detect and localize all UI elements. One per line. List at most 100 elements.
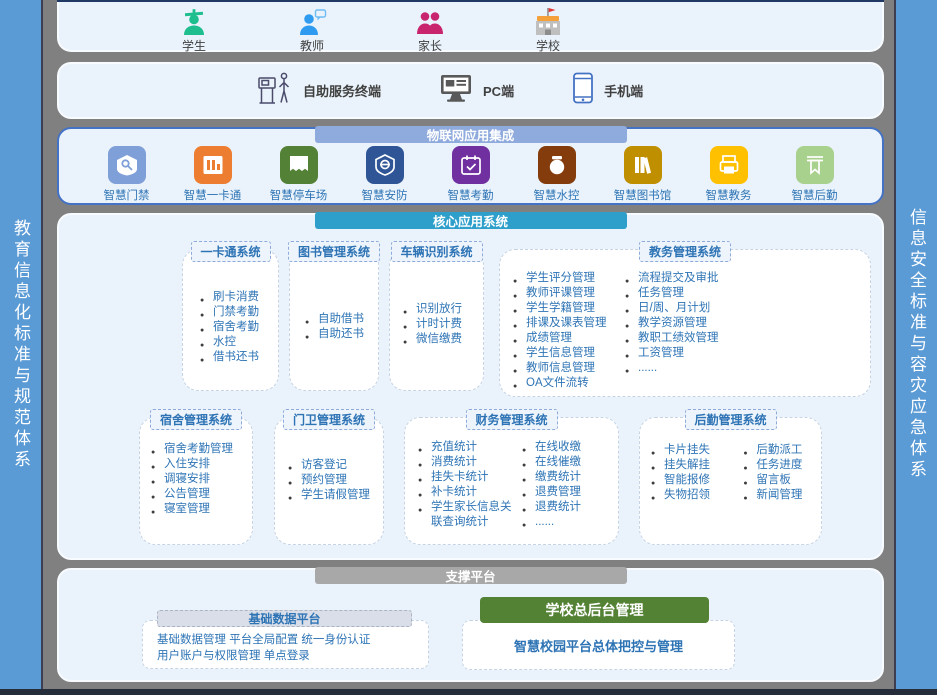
parents-icon — [416, 7, 444, 36]
system-box-title: 宿舍管理系统 — [150, 409, 242, 430]
list-item: 计时计费 — [402, 317, 483, 332]
library-icon — [624, 146, 662, 184]
system-box-title: 后勤管理系统 — [684, 409, 776, 430]
user-role-label: 教师 — [300, 37, 324, 54]
iot-item-label: 智慧后勤 — [792, 187, 838, 203]
list-item: 工资管理 — [624, 346, 744, 361]
iot-item-label: 智慧水控 — [534, 187, 580, 203]
user-role-teacher: 教师 — [277, 7, 347, 54]
list-item: 任务进度 — [742, 458, 821, 473]
list-item: 补卡统计 — [417, 485, 515, 500]
iot-item-label: 智慧停车场 — [270, 187, 328, 203]
list-item: 入住安排 — [150, 457, 252, 472]
list-item: 日/周、月计划 — [624, 301, 744, 316]
user-role-label: 家长 — [418, 37, 442, 54]
list-item: 自助还书 — [304, 327, 378, 342]
right-standards-label: 信息安全标准与容灾应急体系 — [904, 208, 929, 481]
iot-item-academic: 智慧教务 — [703, 146, 755, 203]
list-item: 水控 — [199, 335, 278, 350]
list-item: 退费管理 — [521, 485, 613, 500]
iot-item-label: 智慧安防 — [362, 187, 408, 203]
iot-header-bar: 物联网应用集成 — [315, 126, 627, 143]
list-item: 宿舍考勤管理 — [150, 442, 252, 457]
list-item: 智能报修 — [650, 473, 736, 488]
list-item: 公告管理 — [150, 487, 252, 502]
list-item: 识别放行 — [402, 302, 483, 317]
list-item: 卡片挂失 — [650, 443, 736, 458]
terminal-label: 自助服务终端 — [303, 81, 381, 100]
list-item: 教师信息管理 — [512, 361, 616, 376]
support-platform-panel: 支撑平台 基础数据平台 基础数据管理 平台全局配置 统一身份认证 用户账户与权限… — [57, 568, 884, 682]
iot-integration-panel: 物联网应用集成 智慧门禁 — [57, 127, 884, 205]
list-item: ...... — [521, 515, 613, 530]
system-box-title: 一卡通系统 — [190, 241, 270, 262]
core-applications-panel: 核心应用系统 一卡通系统 刷卡消费 门禁考勤 宿舍考勤 水控 借书还书 图书管理… — [57, 213, 884, 560]
list-item: 充值统计 — [417, 440, 515, 455]
list-item: 访客登记 — [287, 458, 383, 473]
iot-item-label: 智慧一卡通 — [184, 187, 242, 203]
system-box-title: 图书管理系统 — [288, 241, 380, 262]
base-platform-line2: 用户账户与权限管理 单点登录 — [157, 648, 428, 664]
list-item: 流程提交及审批 — [624, 271, 744, 286]
list-item: 任务管理 — [624, 286, 744, 301]
iot-item-logistics: 智慧后勤 — [789, 146, 841, 203]
terminal-kiosk: 自助服务终端 — [257, 71, 381, 110]
list-item: 在线收缴 — [521, 440, 613, 455]
base-data-platform-box: 基础数据管理 平台全局配置 统一身份认证 用户账户与权限管理 单点登录 — [142, 620, 429, 669]
terminal-label: PC端 — [483, 81, 514, 100]
iot-item-access-control: 智慧门禁 — [101, 146, 153, 203]
phone-icon — [572, 72, 594, 109]
smart-campus-architecture-diagram: 教育信息化标准与规范体系 信息安全标准与容灾应急体系 学生 — [0, 0, 937, 695]
security-icon — [366, 146, 404, 184]
water-icon — [538, 146, 576, 184]
list-item: 消费统计 — [417, 455, 515, 470]
iot-item-label: 智慧图书馆 — [614, 187, 672, 203]
system-box-dormitory: 宿舍管理系统 宿舍考勤管理 入住安排 调寝安排 公告管理 寝室管理 — [139, 417, 253, 545]
system-box-library: 图书管理系统 自助借书 自助还书 — [289, 249, 379, 391]
list-item: 学生学籍管理 — [512, 301, 616, 316]
terminal-mobile: 手机端 — [572, 72, 643, 109]
user-roles-panel: 学生 教师 — [57, 2, 884, 52]
list-item: 在线催缴 — [521, 455, 613, 470]
list-item: 自助借书 — [304, 312, 378, 327]
list-item: 退费统计 — [521, 500, 613, 515]
list-item: 留言板 — [742, 473, 821, 488]
base-data-platform-title: 基础数据平台 — [157, 610, 412, 627]
list-item: 教学资源管理 — [624, 316, 744, 331]
student-icon — [180, 7, 208, 36]
iot-item-attendance: 智慧考勤 — [445, 146, 497, 203]
school-admin-desc: 智慧校园平台总体把控与管理 — [514, 636, 683, 655]
list-item: 学生评分管理 — [512, 271, 616, 286]
iot-item-label: 智慧教务 — [706, 187, 752, 203]
list-item: 排课及课表管理 — [512, 316, 616, 331]
list-item: 后勤派工 — [742, 443, 821, 458]
left-standards-bar: 教育信息化标准与规范体系 — [0, 0, 43, 689]
list-item: 教职工绩效管理 — [624, 331, 744, 346]
terminal-label: 手机端 — [604, 81, 643, 100]
list-item: 挂失卡统计 — [417, 470, 515, 485]
system-box-title: 教务管理系统 — [639, 241, 731, 262]
terminals-panel: 自助服务终端 PC端 — [57, 62, 884, 119]
list-item: 成绩管理 — [512, 331, 616, 346]
system-box-title: 财务管理系统 — [465, 409, 557, 430]
user-role-label: 学生 — [182, 37, 206, 54]
list-item: 寝室管理 — [150, 502, 252, 517]
terminal-pc: PC端 — [439, 73, 514, 108]
access-control-icon — [108, 146, 146, 184]
parking-icon — [280, 146, 318, 184]
system-box-logistics: 后勤管理系统 卡片挂失 挂失解挂 智能报修 失物招领 后勤派工 任务进度 留言板… — [639, 417, 822, 545]
system-box-title: 门卫管理系统 — [283, 409, 375, 430]
school-admin-box: 智慧校园平台总体把控与管理 — [462, 620, 735, 670]
support-header-bar: 支撑平台 — [315, 567, 627, 584]
user-role-student: 学生 — [159, 7, 229, 54]
system-box-onecard: 一卡通系统 刷卡消费 门禁考勤 宿舍考勤 水控 借书还书 — [182, 249, 279, 391]
list-item: 学生家长信息关联查询统计 — [417, 500, 515, 530]
school-icon — [533, 7, 563, 36]
system-box-gatekeeper: 门卫管理系统 访客登记 预约管理 学生请假管理 — [274, 417, 384, 545]
academic-icon — [710, 146, 748, 184]
left-standards-label: 教育信息化标准与规范体系 — [8, 219, 33, 471]
list-item: 教师评课管理 — [512, 286, 616, 301]
list-item: 失物招领 — [650, 488, 736, 503]
logistics-icon — [796, 146, 834, 184]
base-platform-line1: 基础数据管理 平台全局配置 统一身份认证 — [157, 632, 428, 648]
